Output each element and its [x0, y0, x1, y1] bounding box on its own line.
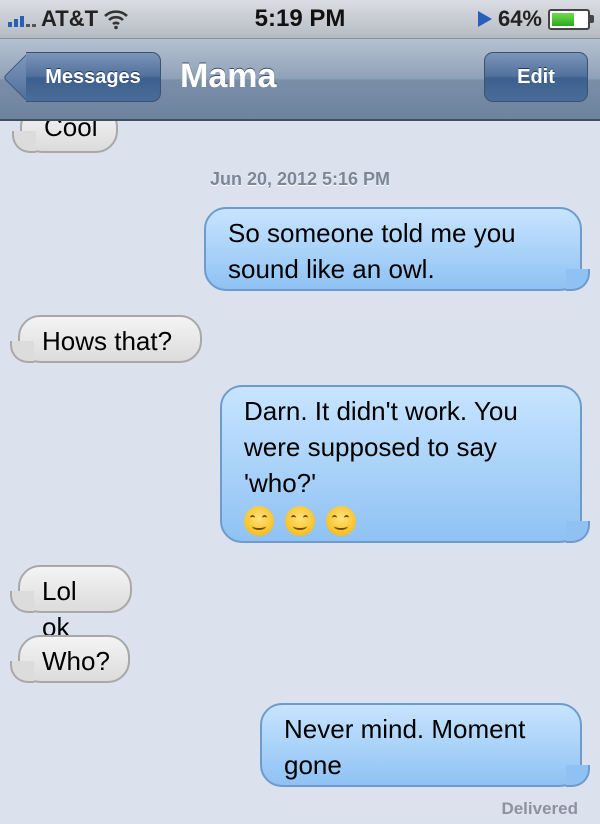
message-line: gone: [284, 750, 342, 780]
smiling-face-emoji: [244, 506, 274, 537]
smiling-face-emoji: [326, 506, 357, 537]
smiling-face-emoji: [285, 506, 316, 537]
message-line: Darn. It didn't work. You: [244, 396, 518, 426]
battery-percent: 64%: [497, 6, 542, 31]
message-line: So someone told me you: [228, 218, 516, 248]
contact-title: Mama: [180, 57, 277, 95]
conversation-view[interactable]: Cool Jun 20, 2012 5:16 PM So someone tol…: [0, 121, 600, 824]
message-text: Lol ok: [42, 576, 77, 642]
emoji-row: [244, 501, 558, 537]
back-button-label: Messages: [26, 52, 161, 102]
message-line: 'who?': [244, 468, 317, 498]
message-bubble-outgoing[interactable]: Never mind. Moment gone: [260, 703, 590, 787]
message-text: Who?: [42, 646, 110, 676]
status-bar: AT&T 5:19 PM 64%: [0, 0, 600, 39]
battery-icon: [548, 8, 594, 30]
message-bubble-incoming[interactable]: Lol ok: [10, 565, 132, 642]
message-line: Never mind. Moment: [284, 714, 526, 744]
location-icon: [477, 11, 492, 27]
message-line: were supposed to say: [244, 432, 497, 462]
delivered-status: Delivered: [501, 799, 578, 818]
message-text: Cool: [44, 121, 98, 142]
conversation-timestamp: Jun 20, 2012 5:16 PM: [209, 169, 391, 189]
edit-button[interactable]: Edit: [484, 52, 588, 102]
message-bubble-outgoing[interactable]: So someone told me you sound like an owl…: [204, 207, 590, 291]
message-bubble-incoming[interactable]: Who?: [10, 635, 130, 683]
message-bubble-incoming[interactable]: Hows that?: [10, 315, 202, 363]
message-bubble-outgoing[interactable]: Darn. It didn't work. You were supposed …: [220, 385, 590, 543]
message-line: sound like an owl.: [228, 254, 435, 284]
battery-fill: [552, 12, 574, 26]
status-right-group: 64%: [477, 6, 594, 32]
message-bubble-incoming[interactable]: Cool: [12, 121, 118, 153]
message-text: Hows that?: [42, 326, 173, 356]
navigation-bar: Messages Mama Edit: [0, 39, 600, 121]
